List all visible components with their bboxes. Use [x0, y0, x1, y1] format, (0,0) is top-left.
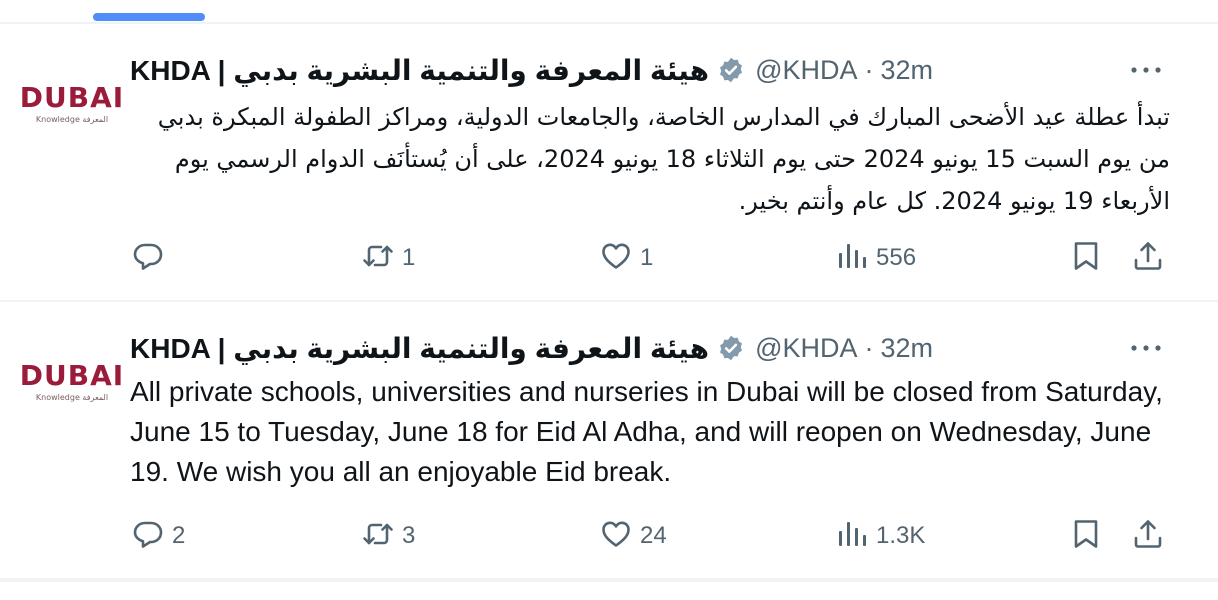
avatar-logo-text: DUBAI	[19, 359, 125, 392]
like-count: 1	[640, 244, 654, 271]
active-tab-indicator	[93, 13, 205, 21]
timestamp[interactable]: 32m	[881, 333, 934, 364]
divider	[0, 580, 1218, 582]
avatar-logo-subtext: Knowledge المعرفة	[35, 115, 109, 124]
repost-button[interactable]: 1	[362, 238, 415, 278]
verified-badge-icon	[717, 334, 745, 362]
tweet-header: KHDA | هيئة المعرفة والتنمية البشرية بدب…	[130, 54, 933, 86]
repost-button[interactable]: 3	[362, 516, 415, 556]
more-icon[interactable]	[1128, 58, 1164, 82]
repost-icon	[362, 518, 394, 555]
like-icon	[600, 518, 632, 555]
views-count: 1.3K	[876, 522, 926, 549]
like-icon	[600, 240, 632, 277]
verified-badge-icon	[717, 56, 745, 84]
repost-count: 1	[402, 244, 416, 271]
like-count: 24	[640, 522, 667, 549]
separator-dot: ·	[864, 332, 874, 363]
share-button[interactable]	[1132, 516, 1164, 556]
share-icon	[1132, 240, 1164, 277]
author-handle[interactable]: @KHDA	[755, 333, 857, 364]
tweet[interactable]: DUBAI Knowledge المعرفة KHDA | هيئة المع…	[0, 302, 1218, 580]
reply-button[interactable]	[132, 238, 172, 278]
reply-count: 2	[172, 522, 186, 549]
like-button[interactable]: 24	[600, 516, 667, 556]
author-name[interactable]: KHDA | هيئة المعرفة والتنمية البشرية بدب…	[130, 54, 709, 87]
share-icon	[1132, 518, 1164, 555]
repost-count: 3	[402, 522, 416, 549]
author-handle[interactable]: @KHDA	[755, 55, 857, 86]
tweet-text: تبدأ عطلة عيد الأضحى المبارك في المدارس …	[157, 103, 1170, 215]
bookmark-icon	[1070, 518, 1102, 555]
timeline: DUBAI Knowledge المعرفة KHDA | هيئة المع…	[0, 0, 1218, 600]
more-icon[interactable]	[1128, 336, 1164, 360]
views-button[interactable]: 1.3K	[836, 516, 925, 556]
separator-dot: ·	[864, 54, 874, 85]
share-button[interactable]	[1132, 238, 1164, 278]
reply-icon	[132, 518, 164, 555]
bookmark-button[interactable]	[1070, 238, 1102, 278]
avatar-logo-subtext: Knowledge المعرفة	[35, 393, 109, 402]
repost-icon	[362, 240, 394, 277]
tweet[interactable]: DUBAI Knowledge المعرفة KHDA | هيئة المع…	[0, 24, 1218, 302]
author-name[interactable]: KHDA | هيئة المعرفة والتنمية البشرية بدب…	[130, 332, 709, 365]
views-count: 556	[876, 244, 917, 271]
avatar-logo-text: DUBAI	[19, 81, 125, 114]
avatar[interactable]: DUBAI Knowledge المعرفة	[20, 64, 123, 144]
reply-icon	[132, 240, 164, 277]
avatar[interactable]: DUBAI Knowledge المعرفة	[20, 342, 123, 422]
tweet-text: All private schools, universities and nu…	[130, 376, 1163, 487]
like-button[interactable]: 1	[600, 238, 653, 278]
reply-button[interactable]: 2	[132, 516, 185, 556]
views-button[interactable]: 556	[836, 238, 916, 278]
views-icon	[836, 240, 868, 277]
bookmark-button[interactable]	[1070, 516, 1102, 556]
tweet-header: KHDA | هيئة المعرفة والتنمية البشرية بدب…	[130, 332, 933, 364]
views-icon	[836, 518, 868, 555]
timestamp[interactable]: 32m	[881, 55, 934, 86]
bookmark-icon	[1070, 240, 1102, 277]
